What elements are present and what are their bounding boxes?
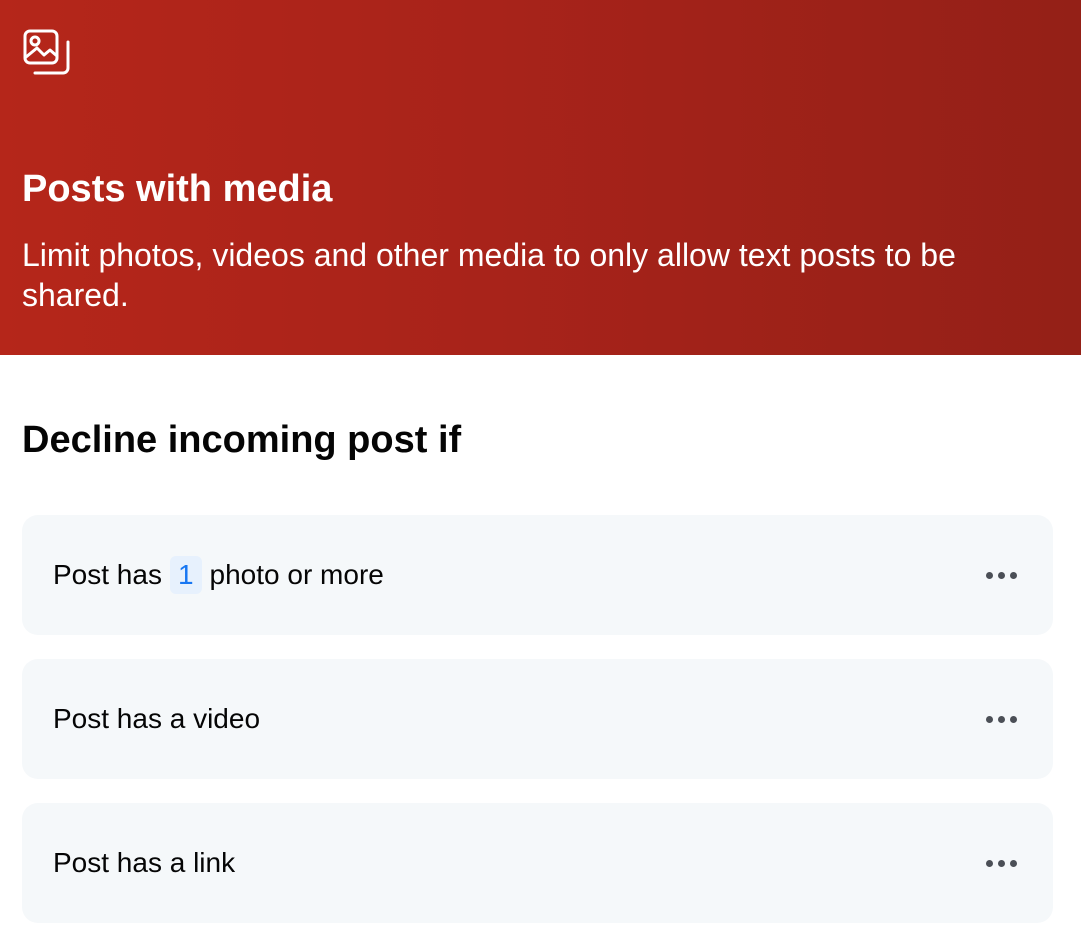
rule-video[interactable]: Post has a video: [22, 659, 1053, 779]
dot: [997, 715, 1005, 723]
section-title: Decline incoming post if: [22, 419, 462, 461]
dot: [985, 859, 993, 867]
photos-icon: [22, 28, 70, 76]
photo-count-value[interactable]: 1: [169, 556, 202, 594]
rule-photo-count[interactable]: Post has 1 photo or more: [22, 515, 1053, 635]
dot: [985, 715, 993, 723]
rule-label: Post has 1 photo or more: [53, 556, 983, 594]
rule-link[interactable]: Post has a link: [22, 803, 1053, 923]
rule-list: Post has 1 photo or more Post has a video …: [22, 515, 1053, 947]
page-description: Limit photos, videos and other media to …: [22, 237, 956, 313]
rule-prefix: Post has: [53, 559, 162, 590]
more-options-icon[interactable]: [983, 845, 1019, 881]
page-title: Posts with media: [22, 168, 333, 210]
dot: [997, 859, 1005, 867]
dot: [997, 571, 1005, 579]
more-options-icon[interactable]: [983, 701, 1019, 737]
dot: [1009, 571, 1017, 579]
media-rule-header: Posts with media Limit photos, videos an…: [0, 0, 1081, 355]
rule-suffix: photo or more: [209, 559, 384, 590]
more-options-icon[interactable]: [983, 557, 1019, 593]
rule-label: Post has a video: [53, 703, 261, 734]
dot: [985, 571, 993, 579]
rule-label: Post has a link: [53, 847, 236, 878]
dot: [1009, 715, 1017, 723]
dot: [1009, 859, 1017, 867]
